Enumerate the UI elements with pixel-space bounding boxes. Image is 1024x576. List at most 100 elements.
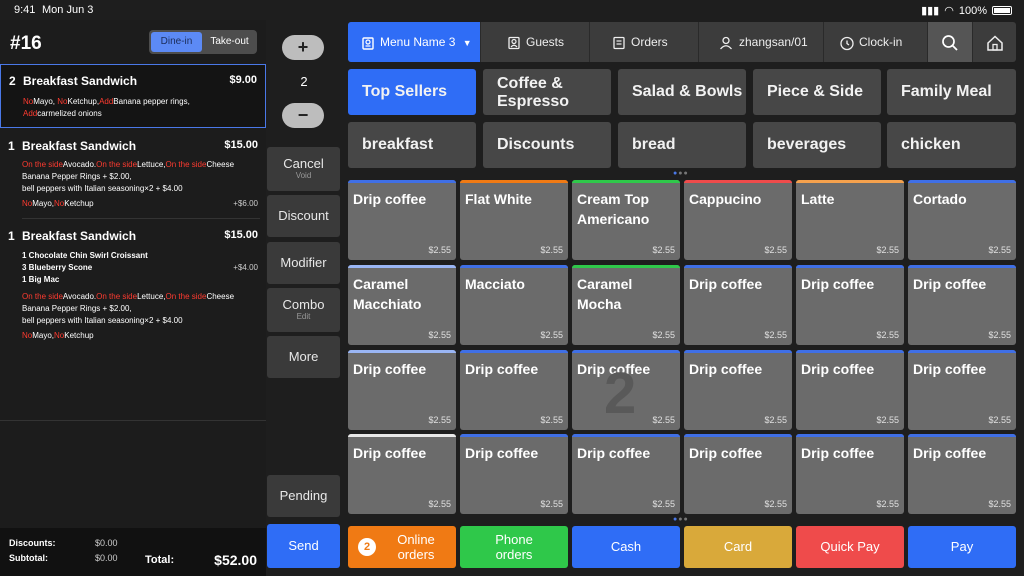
product-tile[interactable]: Cappucino $2.55 xyxy=(684,180,792,260)
item-qty: 2 xyxy=(9,74,16,88)
product-tile[interactable]: Latte $2.55 xyxy=(796,180,904,260)
online-orders-label: Online orders xyxy=(397,532,435,562)
product-tile[interactable]: Drip coffee $2.55 xyxy=(572,434,680,514)
top-bar: Menu Name 3 ▼ Guests Orders zhangsan/01 … xyxy=(348,22,1016,62)
product-tile[interactable]: Drip coffee $2.55 xyxy=(348,350,456,430)
menu-selector[interactable]: Menu Name 3 ▼ xyxy=(348,22,480,62)
order-item[interactable]: 1 Breakfast Sandwich $15.00 On the sideA… xyxy=(0,132,266,219)
product-tile[interactable]: Cream Top Americano $2.55 xyxy=(572,180,680,260)
order-item[interactable]: 1 Breakfast Sandwich $15.00 1 Chocolate … xyxy=(0,222,266,352)
product-price: $2.55 xyxy=(428,245,451,255)
search-button[interactable] xyxy=(927,22,972,62)
category-breakfast[interactable]: breakfast xyxy=(348,122,476,168)
product-tile[interactable]: Drip coffee $2.55 xyxy=(796,434,904,514)
product-tile[interactable]: Drip coffee $2.55 xyxy=(684,350,792,430)
status-date: Mon Jun 3 xyxy=(42,4,94,16)
discounts-value: $0.00 xyxy=(95,538,118,548)
product-tile[interactable]: Drip coffee $2.55 xyxy=(908,434,1016,514)
category-discounts[interactable]: Discounts xyxy=(483,122,611,168)
item-name: Breakfast Sandwich xyxy=(22,229,137,243)
guests-label: Guests xyxy=(526,35,565,49)
total-value: $52.00 xyxy=(214,552,257,568)
clock-in-button[interactable]: Clock-in xyxy=(823,22,927,62)
category-coffee-espresso[interactable]: Coffee & Espresso xyxy=(483,69,611,115)
product-name: Drip coffee xyxy=(913,361,987,377)
product-tile[interactable]: Drip coffee $2.55 xyxy=(684,434,792,514)
product-tile[interactable]: Drip coffee $2.55 xyxy=(796,265,904,345)
card-button[interactable]: Card xyxy=(684,526,792,568)
guests-button[interactable]: Guests xyxy=(480,22,589,62)
product-price: $2.55 xyxy=(764,245,787,255)
product-tile[interactable]: Cortado $2.55 xyxy=(908,180,1016,260)
total-label: Total: xyxy=(145,554,175,566)
product-tile[interactable]: Caramel Mocha $2.55 xyxy=(572,265,680,345)
menu-panel: Menu Name 3 ▼ Guests Orders zhangsan/01 … xyxy=(342,20,1024,576)
product-tile[interactable]: Drip coffee $2.55 xyxy=(348,180,456,260)
cancel-button[interactable]: Cancel Void xyxy=(267,147,340,191)
modifier-text: Banana pepper rings, xyxy=(113,97,190,106)
product-price: $2.55 xyxy=(988,415,1011,425)
product-tile[interactable]: Drip coffee $2.55 xyxy=(908,265,1016,345)
product-tile[interactable]: Drip coffee $2.55 xyxy=(460,350,568,430)
product-color-bar xyxy=(684,180,792,183)
category-salad-bowls[interactable]: Salad & Bowls xyxy=(618,69,746,115)
product-tile[interactable]: Drip coffee $2.55 xyxy=(348,434,456,514)
product-name: Drip coffee xyxy=(913,276,987,292)
product-tile[interactable]: Macciato $2.55 xyxy=(460,265,568,345)
decrease-qty-button[interactable]: − xyxy=(282,103,324,128)
cash-button[interactable]: Cash xyxy=(572,526,680,568)
discount-button[interactable]: Discount xyxy=(267,195,340,237)
status-right: ▮▮▮ ◠ 100% xyxy=(921,4,1012,17)
order-item[interactable]: 2 Breakfast Sandwich $9.00 NoMayo, NoKet… xyxy=(0,64,266,128)
more-button[interactable]: More xyxy=(267,336,340,378)
clock-in-label: Clock-in xyxy=(859,35,903,49)
modifier-text: Cheese xyxy=(206,292,235,301)
orders-button[interactable]: Orders xyxy=(589,22,698,62)
product-name: Cream Top Americano xyxy=(577,191,650,227)
order-panel: #16 Dine-in Take-out 2 Breakfast Sandwic… xyxy=(0,20,266,576)
home-icon xyxy=(987,35,1003,51)
product-price: $2.55 xyxy=(540,245,563,255)
product-name: Cappucino xyxy=(689,191,762,207)
user-button[interactable]: zhangsan/01 xyxy=(698,22,823,62)
send-button[interactable]: Send xyxy=(267,524,340,568)
product-price: $2.55 xyxy=(876,245,899,255)
battery-icon xyxy=(992,6,1012,15)
product-price: $2.55 xyxy=(540,415,563,425)
modifier-keyword: Add xyxy=(99,97,114,106)
category-piece-side[interactable]: Piece & Side xyxy=(753,69,881,115)
combo-button[interactable]: Combo Edit xyxy=(267,288,340,332)
product-tile[interactable]: Caramel Macchiato $2.55 xyxy=(348,265,456,345)
category-beverages[interactable]: beverages xyxy=(753,122,881,168)
modifier-text: Ketchup, xyxy=(67,97,100,106)
product-tile[interactable]: Drip coffee $2.55 xyxy=(460,434,568,514)
modifier-button[interactable]: Modifier xyxy=(267,242,340,284)
category-bread[interactable]: bread xyxy=(618,122,746,168)
category-page-indicator: ●●● xyxy=(673,170,689,177)
category-family-meal[interactable]: Family Meal xyxy=(887,69,1016,115)
category-chicken[interactable]: chicken xyxy=(887,122,1016,168)
wifi-icon: ◠ xyxy=(944,5,954,17)
phone-orders-button[interactable]: Phone orders xyxy=(460,526,568,568)
product-price: $2.55 xyxy=(428,330,451,340)
pending-button[interactable]: Pending xyxy=(267,475,340,517)
take-out-button[interactable]: Take-out xyxy=(204,32,255,52)
product-tile[interactable]: Drip coffee $2.55 xyxy=(684,265,792,345)
online-orders-button[interactable]: 2 Online orders xyxy=(348,526,456,568)
modifier-keyword: On the side xyxy=(165,292,207,301)
menu-book-icon xyxy=(362,37,374,50)
product-tile[interactable]: Flat White $2.55 xyxy=(460,180,568,260)
item-price: $15.00 xyxy=(224,139,258,151)
category-top-sellers[interactable]: Top Sellers xyxy=(348,69,476,115)
modifier-line: Banana Pepper Rings + $2.00, xyxy=(22,172,132,181)
product-name: Drip coffee xyxy=(913,445,987,461)
product-tile[interactable]: Drip coffee $2.55 xyxy=(908,350,1016,430)
increase-qty-button[interactable]: + xyxy=(282,35,324,60)
home-button[interactable] xyxy=(972,22,1016,62)
quick-pay-button[interactable]: Quick Pay xyxy=(796,526,904,568)
pay-button[interactable]: Pay xyxy=(908,526,1016,568)
orders-icon xyxy=(613,36,625,49)
dine-in-button[interactable]: Dine-in xyxy=(151,32,202,52)
product-tile[interactable]: Drip coffee $2.55 xyxy=(796,350,904,430)
modifier-keyword: No xyxy=(22,199,33,208)
